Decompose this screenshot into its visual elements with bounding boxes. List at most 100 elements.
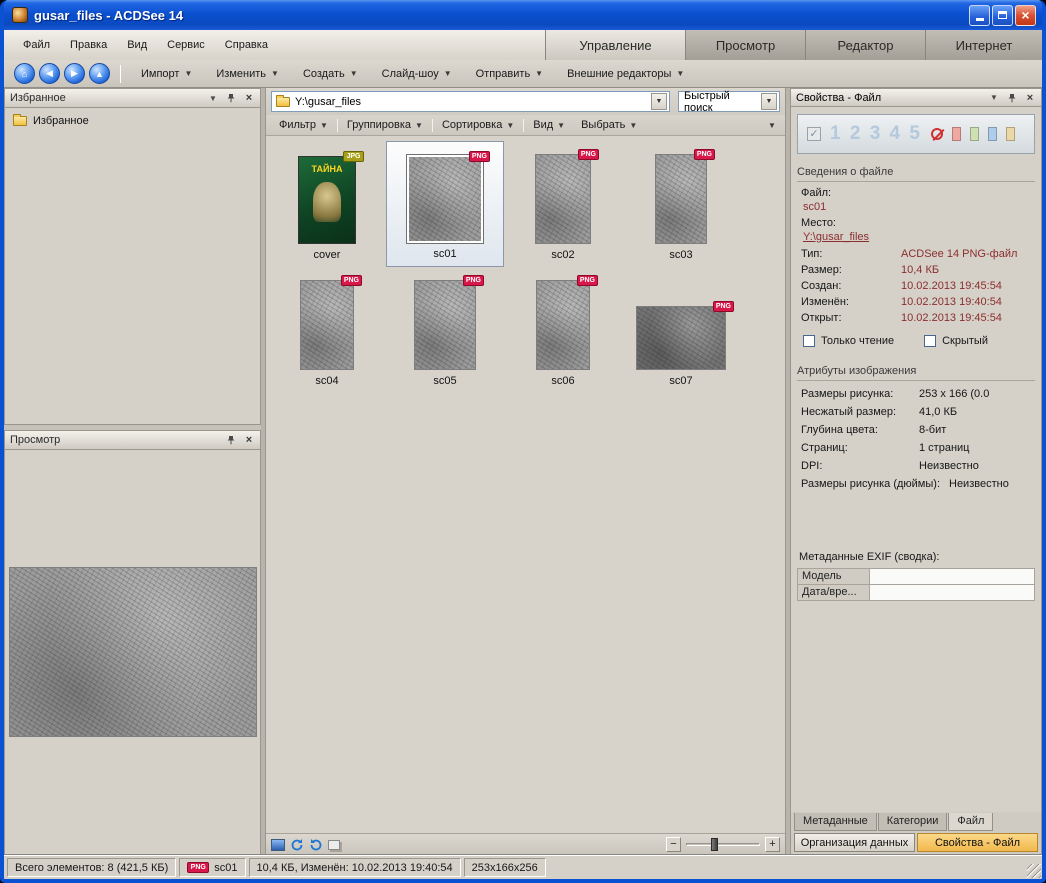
chevron-down-icon: ▼ xyxy=(444,69,452,78)
separator xyxy=(337,119,338,132)
thumbnail-size-slider[interactable] xyxy=(686,837,760,852)
sync-forward-icon[interactable] xyxy=(309,838,323,852)
status-filename: sc01 xyxy=(214,862,237,874)
thumbnail-sc03[interactable]: PNG sc03 xyxy=(622,141,740,267)
select-dropdown[interactable]: Выбрать▼ xyxy=(574,117,644,133)
organize-data-button[interactable]: Организация данных xyxy=(794,833,915,852)
filter-dropdown[interactable]: Фильтр▼ xyxy=(272,117,335,133)
close-button[interactable]: × xyxy=(1015,5,1036,26)
display-mode-icon[interactable] xyxy=(271,839,285,851)
tab-editor[interactable]: Редактор xyxy=(805,30,925,60)
sync-back-icon[interactable] xyxy=(290,838,304,852)
thumbnail-sc06[interactable]: PNG sc06 xyxy=(504,267,622,393)
toolbar-separator xyxy=(120,65,121,83)
resize-grip[interactable] xyxy=(1027,864,1041,878)
created-value[interactable]: 10.02.2013 19:45:54 xyxy=(901,280,1041,292)
menu-file[interactable]: Файл xyxy=(14,35,59,55)
color-label-red[interactable] xyxy=(952,127,961,141)
pin-icon[interactable] xyxy=(225,434,237,446)
restore-button[interactable] xyxy=(992,5,1013,26)
favorites-folder-item[interactable]: Избранное xyxy=(5,108,260,134)
view-dropdown[interactable]: Вид▼ xyxy=(526,117,572,133)
panel-menu-icon[interactable]: ▼ xyxy=(207,92,219,104)
menu-help[interactable]: Справка xyxy=(216,35,277,55)
tab-metadata[interactable]: Метаданные xyxy=(794,813,877,831)
pin-icon[interactable] xyxy=(1006,92,1018,104)
grouping-dropdown[interactable]: Группировка▼ xyxy=(340,117,430,133)
color-label-green[interactable] xyxy=(970,127,979,141)
close-panel-icon[interactable]: × xyxy=(1024,92,1036,104)
hidden-checkbox[interactable] xyxy=(924,335,936,347)
chevron-down-icon: ▼ xyxy=(506,121,514,130)
browser-bottom-bar: − + xyxy=(266,833,785,855)
import-button[interactable]: Импорт▼ xyxy=(131,64,202,84)
hidden-checkbox-item[interactable]: Скрытый xyxy=(924,335,988,347)
send-button[interactable]: Отправить▼ xyxy=(466,64,553,84)
slideshow-button[interactable]: Слайд-шоу▼ xyxy=(372,64,462,84)
thumbnail-cover[interactable]: JPG ТАЙНА cover xyxy=(268,141,386,267)
zoom-in-button[interactable]: + xyxy=(765,837,780,852)
home-button[interactable]: ⌂ xyxy=(14,63,35,84)
exif-row-datetime: Дата/вре... xyxy=(798,585,870,600)
sorting-dropdown[interactable]: Сортировка▼ xyxy=(435,117,521,133)
forward-button[interactable]: ▶ xyxy=(64,63,85,84)
color-label-yellow[interactable] xyxy=(1006,127,1015,141)
favorites-folder-label: Избранное xyxy=(33,115,89,127)
tab-view[interactable]: Просмотр xyxy=(685,30,805,60)
modified-value[interactable]: 10.02.2013 19:40:54 xyxy=(901,296,1041,308)
stack-icon[interactable] xyxy=(328,840,340,850)
slider-thumb[interactable] xyxy=(711,838,718,851)
thumbnail-image: JPG ТАЙНА xyxy=(298,156,356,244)
external-editors-button[interactable]: Внешние редакторы▼ xyxy=(557,64,694,84)
up-button[interactable]: ▲ xyxy=(89,63,110,84)
colordepth-label: Глубина цвета: xyxy=(801,424,919,436)
opened-value[interactable]: 10.02.2013 19:45:54 xyxy=(901,312,1041,324)
panel-menu-icon[interactable]: ▼ xyxy=(988,92,1000,104)
menu-tools[interactable]: Сервис xyxy=(158,35,214,55)
more-options-icon[interactable]: ▼ xyxy=(765,121,779,130)
no-rating-icon[interactable] xyxy=(931,128,943,140)
place-label: Место: xyxy=(791,216,1041,230)
menu-edit[interactable]: Правка xyxy=(61,35,116,55)
filter-bar: Фильтр▼ Группировка▼ Сортировка▼ Вид▼ Вы… xyxy=(266,115,785,136)
exif-row-model: Модель xyxy=(798,569,870,584)
thumbnail-sc02[interactable]: PNG sc02 xyxy=(504,141,622,267)
title-bar[interactable]: gusar_files - ACDSee 14 × xyxy=(4,0,1042,30)
tab-manage[interactable]: Управление xyxy=(545,30,685,60)
file-value[interactable]: sc01 xyxy=(791,200,1041,216)
tag-checkbox[interactable]: ✓ xyxy=(807,127,821,141)
color-label-blue[interactable] xyxy=(988,127,997,141)
rating-numbers[interactable]: 1 2 3 4 5 xyxy=(830,123,922,145)
thumbnail-sc04[interactable]: PNG sc04 xyxy=(268,267,386,393)
rating-strip: ✓ 1 2 3 4 5 xyxy=(797,114,1035,154)
modify-button[interactable]: Изменить▼ xyxy=(206,64,289,84)
minimize-button[interactable] xyxy=(969,5,990,26)
thumbnail-sc05[interactable]: PNG sc05 xyxy=(386,267,504,393)
thumbnail-sc07[interactable]: PNG sc07 xyxy=(622,267,740,393)
close-panel-icon[interactable]: × xyxy=(243,434,255,446)
readonly-checkbox[interactable] xyxy=(803,335,815,347)
zoom-out-button[interactable]: − xyxy=(666,837,681,852)
chevron-down-icon: ▼ xyxy=(271,69,279,78)
thumbnail-label: sc02 xyxy=(551,249,574,265)
format-badge: PNG xyxy=(578,149,599,160)
pin-icon[interactable] xyxy=(225,92,237,104)
properties-file-button[interactable]: Свойства - Файл xyxy=(917,833,1038,852)
menu-view[interactable]: Вид xyxy=(118,35,156,55)
main-toolbar: ⌂ ◀ ▶ ▲ Импорт▼ Изменить▼ Создать▼ Слайд… xyxy=(4,60,1042,88)
quick-search-input[interactable]: Быстрый поиск ▼ xyxy=(678,91,780,112)
path-combobox[interactable]: Y:\gusar_files ▼ xyxy=(271,91,670,112)
back-button[interactable]: ◀ xyxy=(39,63,60,84)
close-panel-icon[interactable]: × xyxy=(243,92,255,104)
separator xyxy=(523,119,524,132)
readonly-checkbox-item[interactable]: Только чтение xyxy=(803,335,894,347)
thumbnail-sc01-selected[interactable]: PNG sc01 xyxy=(386,141,504,267)
place-link[interactable]: Y:\gusar_files xyxy=(803,231,869,243)
search-dropdown-button[interactable]: ▼ xyxy=(761,93,777,110)
thumbnail-image: PNG xyxy=(535,154,591,244)
tab-categories[interactable]: Категории xyxy=(878,813,948,831)
tab-internet[interactable]: Интернет xyxy=(925,30,1042,60)
create-button[interactable]: Создать▼ xyxy=(293,64,368,84)
path-dropdown-button[interactable]: ▼ xyxy=(651,93,667,110)
tab-file[interactable]: Файл xyxy=(948,813,993,831)
